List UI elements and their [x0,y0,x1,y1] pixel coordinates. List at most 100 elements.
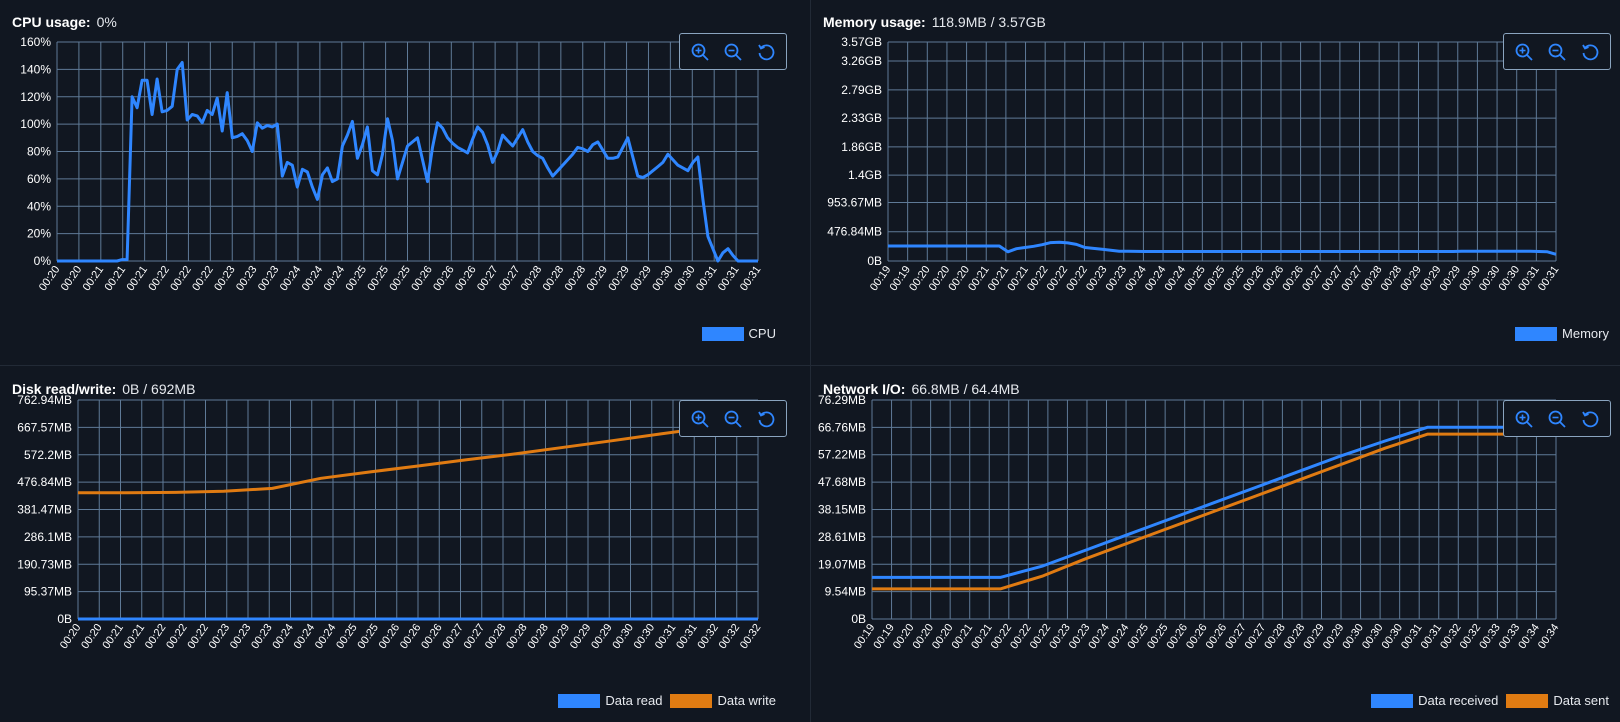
x-tick-label: 00:30 [650,264,676,293]
zoom-in-icon [691,43,709,61]
x-tick-label: 00:29 [628,264,654,293]
legend-item-cpu[interactable]: CPU [701,326,776,341]
x-tick-label: 00:27 [440,622,466,651]
x-tick-label: 00:23 [212,264,238,293]
x-tick-label: 00:22 [146,264,172,293]
x-tick-label: 00:25 [387,264,413,293]
x-tick-label: 00:32 [738,622,764,651]
zoom-out-icon [1548,43,1566,61]
x-tick-label: 00:21 [100,622,126,651]
y-tick-label: 2.33GB [841,111,882,125]
zoom-out-button[interactable] [1544,406,1570,432]
x-tick-label: 00:26 [431,264,457,293]
cpu-zoom-toolbar [679,33,787,70]
x-tick-label: 00:31 [738,264,764,293]
legend-item-data-received[interactable]: Data received [1371,693,1498,708]
x-tick-label: 00:23 [249,622,275,651]
y-tick-label: 19.07MB [818,557,866,571]
y-tick-label: 476.84MB [827,225,882,239]
reset-zoom-icon [757,410,775,427]
y-tick-label: 0B [851,612,866,626]
legend-swatch [670,693,713,708]
x-tick-label: 00:22 [164,622,190,651]
zoom-in-button[interactable] [1511,406,1537,432]
x-tick-label: 00:28 [563,264,589,293]
reset-zoom-icon [757,43,775,60]
reset-zoom-icon [1581,43,1599,60]
x-tick-label: 00:31 [1536,264,1562,293]
x-tick-label: 00:20 [59,264,85,293]
zoom-out-icon [724,43,742,61]
x-tick-label: 00:27 [462,622,488,651]
zoom-out-button[interactable] [720,406,746,432]
zoom-out-button[interactable] [1544,39,1570,65]
x-tick-label: 00:25 [334,622,360,651]
reset-zoom-button[interactable] [1577,406,1603,432]
network-legend: Data received Data sent [1363,693,1609,708]
x-tick-label: 00:30 [610,622,636,651]
zoom-in-button[interactable] [687,39,713,65]
y-tick-label: 0B [867,254,882,268]
y-tick-label: 57.22MB [818,448,866,462]
x-tick-label: 00:29 [584,264,610,293]
legend-label: Data read [605,693,663,708]
legend-label: Memory [1562,326,1609,341]
zoom-out-button[interactable] [720,39,746,65]
dashboard: CPU usage: 0% 0% 20% 40% 60% 80% 100% 120% 140% 1… [0,0,1620,722]
x-tick-label: 00:20 [58,622,84,651]
cpu-legend: CPU [694,326,776,341]
y-tick-label: 160% [20,35,51,49]
x-tick-label: 00:26 [398,622,424,651]
x-tick-label: 00:21 [122,622,148,651]
zoom-in-icon [1515,410,1533,428]
x-tick-label: 00:26 [453,264,479,293]
y-tick-label: 0B [57,612,72,626]
y-tick-label: 95.37MB [24,585,72,599]
x-tick-label: 00:20 [79,622,105,651]
disk-zoom-toolbar [679,400,787,437]
x-tick-label: 00:24 [313,622,339,651]
y-tick-label: 476.84MB [17,475,72,489]
x-tick-label: 00:23 [207,622,233,651]
reset-zoom-button[interactable] [1577,39,1603,65]
legend-item-memory[interactable]: Memory [1515,326,1609,341]
x-tick-label: 00:29 [589,622,615,651]
y-tick-label: 3.57GB [841,35,882,49]
legend-label: CPU [748,326,776,341]
legend-label: Data received [1418,693,1499,708]
memory-panel: Memory usage: 118.9MB / 3.57GB 0B 476.84MB… [811,0,1620,361]
x-tick-label: 00:20 [37,264,63,293]
x-tick-label: 00:25 [365,264,391,293]
x-tick-label: 00:30 [632,622,658,651]
y-tick-label: 47.68MB [818,475,866,489]
y-tick-label: 38.15MB [818,502,866,516]
reset-zoom-button[interactable] [753,39,779,65]
reset-zoom-button[interactable] [753,406,779,432]
x-tick-label: 00:29 [547,622,573,651]
x-tick-label: 00:24 [270,622,296,651]
horizontal-divider [0,365,1620,366]
legend-swatch [701,326,744,341]
memory-legend: Memory [1507,326,1609,341]
disk-legend: Data read Data write [550,693,776,708]
legend-swatch [1371,693,1414,708]
x-tick-label: 00:29 [568,622,594,651]
x-tick-label: 00:28 [504,622,530,651]
y-tick-label: 3.26GB [841,54,882,68]
legend-item-data-sent[interactable]: Data sent [1506,693,1609,708]
y-tick-label: 20% [27,227,51,241]
x-tick-label: 00:31 [694,264,720,293]
network-chart[interactable]: 0B 9.54MB 19.07MB 28.61MB 38.15MB 47.68MB 57.2… [811,367,1620,722]
x-tick-label: 00:26 [409,264,435,293]
memory-chart[interactable]: 0B 476.84MB 953.67MB 1.4GB 1.86GB 2.33GB 2.79G… [811,0,1620,361]
series-line-data-received [872,425,1556,579]
x-tick-label: 00:22 [190,264,216,293]
x-tick-label: 00:32 [695,622,721,651]
zoom-in-button[interactable] [1511,39,1537,65]
legend-item-data-read[interactable]: Data read [558,693,662,708]
y-tick-label: 1.86GB [841,140,882,154]
zoom-in-button[interactable] [687,406,713,432]
zoom-in-icon [691,410,709,428]
x-tick-label: 00:22 [185,622,211,651]
legend-item-data-write[interactable]: Data write [670,693,776,708]
